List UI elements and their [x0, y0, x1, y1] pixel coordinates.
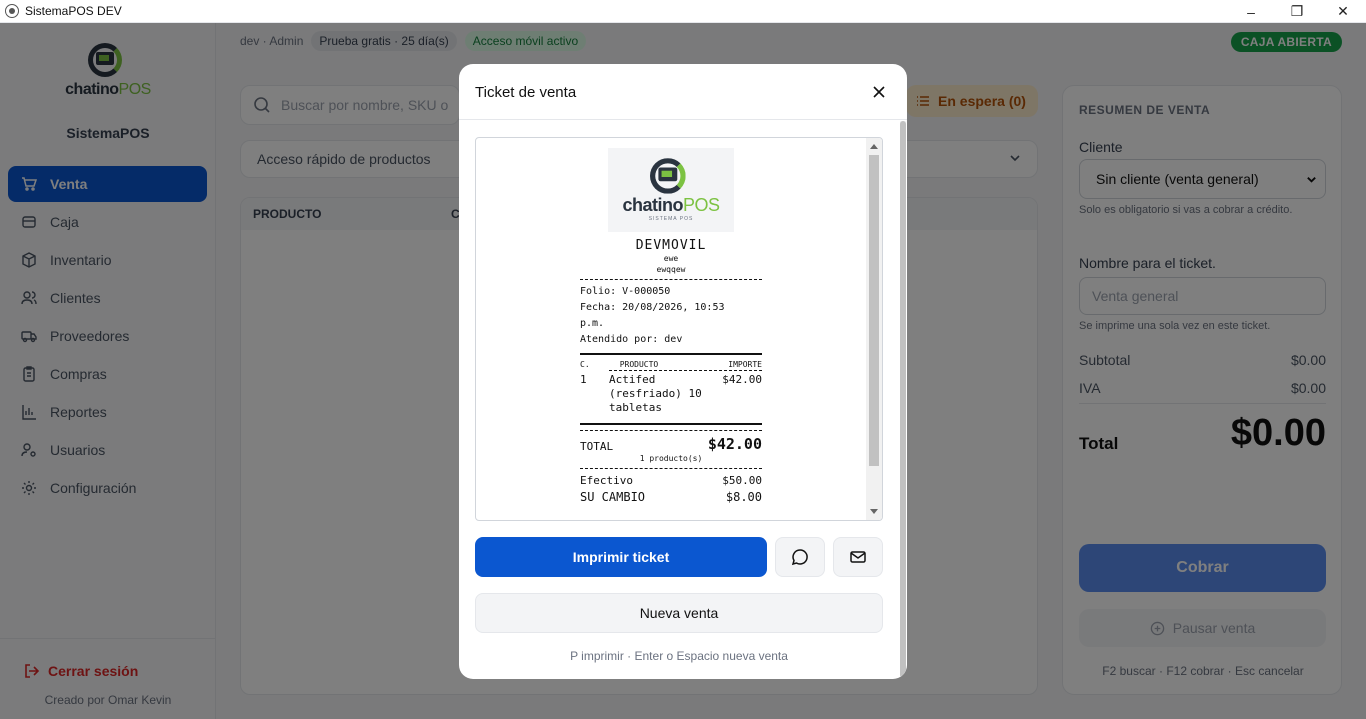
receipt-col-product: PRODUCTO: [619, 360, 659, 369]
receipt-logo: chatinoPOS SISTEMA POS: [608, 148, 734, 232]
window-title: SistemaPOS DEV: [25, 4, 122, 18]
minimize-button[interactable]: –: [1228, 0, 1274, 23]
close-icon[interactable]: [871, 84, 887, 100]
receipt-date-cont: p.m.: [580, 318, 605, 329]
modal-header: Ticket de venta: [459, 64, 907, 120]
scroll-down-icon[interactable]: [870, 509, 878, 514]
receipt-total: TOTAL $42.00: [580, 435, 762, 453]
ticket-modal: Ticket de venta chatinoPOS SISTEMA POS D…: [459, 64, 907, 679]
receipt-folio: Folio: V-000050: [580, 286, 671, 297]
preview-scrollbar[interactable]: [866, 138, 882, 520]
chat-bubble-icon: [791, 549, 808, 566]
receipt-columns: C. PRODUCTO IMPORTE: [580, 360, 762, 369]
receipt-business-name: DEVMOVIL: [635, 238, 707, 253]
print-ticket-button[interactable]: Imprimir ticket: [475, 537, 767, 577]
receipt-separator: [580, 279, 762, 280]
window-titlebar: SistemaPOS DEV – ❐ ✕: [0, 0, 1366, 23]
close-window-button[interactable]: ✕: [1320, 0, 1366, 23]
new-sale-button[interactable]: Nueva venta: [475, 593, 883, 633]
receipt-separator: [609, 370, 762, 371]
receipt-separator: [580, 353, 762, 355]
receipt-date: Fecha: 20/08/2026, 10:53: [580, 302, 725, 313]
mail-icon: [850, 551, 866, 563]
receipt-address-line: ewqqew: [656, 265, 686, 274]
preview-scroll-thumb[interactable]: [869, 155, 879, 466]
receipt-change-row: SU CAMBIO $8.00: [580, 489, 762, 505]
window-controls: – ❐ ✕: [1228, 0, 1366, 23]
modal-scroll-thumb[interactable]: [900, 121, 906, 678]
receipt-item-amount: $42.00: [722, 373, 762, 386]
receipt-col-amount: IMPORTE: [728, 360, 762, 369]
receipt-product-count: 1 producto(s): [639, 454, 703, 463]
scroll-up-icon[interactable]: [870, 144, 878, 149]
modal-title: Ticket de venta: [475, 84, 577, 101]
receipt-logo-wordmark: chatinoPOS: [622, 194, 720, 215]
ticket-preview[interactable]: chatinoPOS SISTEMA POS DEVMOVIL ewe ewqq…: [475, 137, 883, 521]
receipt-total-value: $42.00: [707, 435, 762, 453]
receipt: chatinoPOS SISTEMA POS DEVMOVIL ewe ewqq…: [580, 148, 762, 505]
email-share-button[interactable]: [833, 537, 883, 577]
receipt-item: 1 Actifed (resfriado) 10 tabletas $42.00: [580, 373, 762, 415]
receipt-logo-subtitle: SISTEMA POS: [648, 215, 694, 222]
receipt-item-desc: Actifed (resfriado) 10 tabletas: [609, 373, 702, 414]
maximize-button[interactable]: ❐: [1274, 0, 1320, 23]
app-icon: [5, 4, 19, 18]
receipt-change-value: $8.00: [725, 490, 762, 504]
receipt-attended-by: Atendido por: dev: [580, 334, 683, 345]
receipt-total-label: TOTAL: [580, 440, 614, 453]
receipt-cash-label: Efectivo: [580, 474, 633, 487]
whatsapp-share-button[interactable]: [775, 537, 825, 577]
receipt-address-line: ewe: [663, 254, 679, 263]
receipt-separator: [580, 430, 762, 431]
receipt-separator: [580, 423, 762, 425]
receipt-separator: [580, 468, 762, 469]
modal-shortcuts-hint: P imprimir · Enter o Espacio nueva venta: [570, 649, 788, 663]
receipt-cash-value: $50.00: [722, 474, 762, 487]
receipt-col-qty: C.: [580, 360, 590, 369]
logo-mark-icon: [648, 157, 694, 196]
receipt-item-qty: 1: [580, 373, 587, 386]
receipt-cash-row: Efectivo $50.00: [580, 473, 762, 489]
modal-scrollbar[interactable]: [900, 121, 906, 678]
receipt-change-label: SU CAMBIO: [580, 490, 646, 504]
